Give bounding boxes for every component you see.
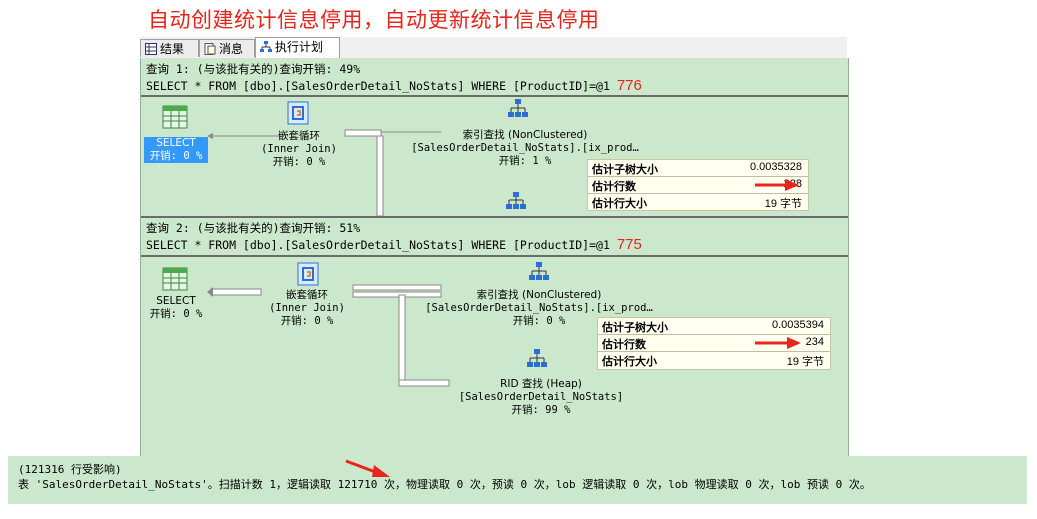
query2-rid-label: RID 查找 (Heap) (500, 378, 582, 390)
tooltip-value: 19 字节 (786, 356, 824, 368)
red-arrow-annotation (755, 337, 801, 349)
query2-rid-node[interactable]: RID 查找 (Heap) [SalesOrderDetail_NoStats]… (441, 378, 641, 417)
red-arrow-annotation (345, 459, 390, 477)
grid-icon (145, 43, 157, 55)
rows-affected-text: (121316 行受影响) (18, 463, 122, 476)
tooltip-value: 0.0035394 (772, 319, 824, 331)
query2-join-cost: 开销: 0 % (280, 315, 334, 327)
query2-join-node[interactable]: 嵌套循环 (Inner Join) 开销: 0 % (255, 289, 359, 328)
io-statistics-text: 表 'SalesOrderDetail_NoStats'。扫描计数 1，逻辑读取… (18, 478, 871, 491)
query2-join-sub: (Inner Join) (269, 302, 345, 314)
execution-plan-panel[interactable]: 查询 1: (与该批有关的)查询开销: 49% SELECT * FROM [d… (140, 58, 849, 456)
tooltip-key: 估计行数 (602, 338, 646, 351)
nested-loops-icon (297, 262, 319, 286)
messages-panel: (121316 行受影响) 表 'SalesOrderDetail_NoStat… (8, 456, 1027, 504)
tab-execution-plan-label: 执行计划 (275, 40, 324, 54)
rid-lookup-icon (527, 349, 547, 367)
tab-execution-plan[interactable]: 执行计划 (255, 37, 340, 59)
query2-select-label: SELECT (156, 295, 196, 307)
query2-select-cost: 开销: 0 % (149, 308, 203, 320)
select-icon (162, 267, 188, 291)
tooltip-row: 估计行大小 19 字节 (598, 352, 830, 368)
query2-rid-sub: [SalesOrderDetail_NoStats] (458, 391, 624, 403)
tab-messages-label: 消息 (219, 42, 244, 56)
index-seek-icon (529, 262, 549, 280)
query2-select-node[interactable]: SELECT 开销: 0 % (144, 295, 208, 321)
results-tab-bar: 结果 消息 执行计划 (140, 37, 847, 59)
query2-seek-sub: [SalesOrderDetail_NoStats].[ix_prod… (425, 302, 653, 314)
tooltip-key: 估计子树大小 (602, 321, 668, 334)
tab-messages[interactable]: 消息 (199, 39, 255, 57)
message-icon (204, 43, 216, 55)
tooltip-row: 估计子树大小 0.0035394 (598, 318, 830, 335)
tooltip-key: 估计行大小 (602, 355, 657, 368)
execution-plan-icon (260, 41, 272, 52)
query2-join-label: 嵌套循环 (286, 289, 328, 301)
tooltip-value: 234 (805, 336, 824, 348)
headline-title: 自动创建统计信息停用，自动更新统计信息停用 (148, 8, 600, 32)
tab-results[interactable]: 结果 (140, 39, 199, 57)
tab-results-label: 结果 (160, 42, 185, 56)
query2-seek-label: 索引查找 (NonClustered) (476, 289, 602, 301)
query2-rid-cost: 开销: 99 % (511, 404, 571, 416)
